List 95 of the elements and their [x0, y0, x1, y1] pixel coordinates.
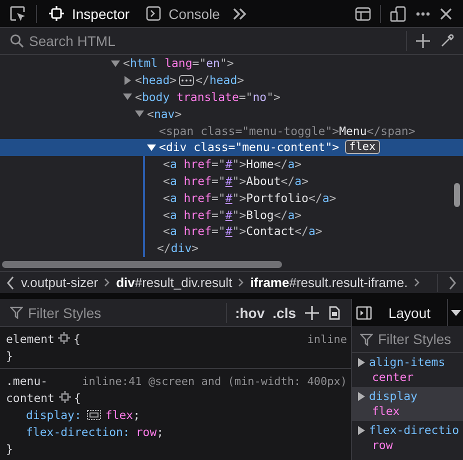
- property-value: flex: [371, 404, 401, 419]
- rule-source[interactable]: inline: [307, 331, 347, 348]
- brace: {: [74, 391, 81, 405]
- computed-property[interactable]: align-items center: [352, 353, 463, 387]
- collapsed-triangle-icon[interactable]: [358, 358, 365, 367]
- tab[interactable]: Console: [138, 0, 228, 26]
- collapsed-triangle-icon[interactable]: [123, 76, 132, 85]
- property-name: flex-directio: [369, 423, 460, 438]
- breadcrumb[interactable]: v.output-sizer: [21, 275, 98, 290]
- caret-icon: [450, 310, 460, 316]
- breadcrumb[interactable]: div#result_div.result: [116, 275, 232, 290]
- breadcrumb[interactable]: iframe#result.result-iframe.: [250, 275, 408, 290]
- markup-line[interactable]: </div>: [0, 240, 463, 257]
- close-icon: [440, 8, 452, 20]
- filter-icon: [10, 306, 23, 319]
- expanded-triangle-icon[interactable]: [147, 142, 156, 152]
- document-icon: [329, 306, 340, 320]
- property-value[interactable]: row: [136, 425, 157, 439]
- property-name[interactable]: flex-direction:: [26, 425, 130, 439]
- markup-text: <body translate="no">: [135, 90, 280, 104]
- toggle-button[interactable]: :hov: [231, 304, 269, 320]
- semicolon: ;: [156, 425, 164, 439]
- markup-line[interactable]: <nav>: [0, 105, 463, 122]
- property-name[interactable]: display:: [26, 408, 82, 422]
- markup-text: <head>: [135, 73, 177, 88]
- filter-field[interactable]: Filter Styles: [23, 302, 222, 322]
- flex-badge[interactable]: flex: [345, 140, 380, 154]
- markup-text: <a href="#">Contact</a>: [163, 224, 322, 238]
- dropdown-button[interactable]: [447, 299, 463, 326]
- collapsed-triangle-icon[interactable]: [358, 426, 365, 435]
- chevron-icon: [414, 278, 420, 287]
- devices-icon: [390, 6, 406, 22]
- property-value: center: [371, 370, 415, 385]
- chevron-icon: [238, 278, 244, 287]
- panel-layout-icon: [355, 6, 371, 20]
- markup-line[interactable]: <html lang="en">: [0, 55, 463, 72]
- brace: }: [6, 442, 13, 456]
- markup-line[interactable]: <a href="#">Portfolio</a>: [0, 189, 463, 206]
- expanded-triangle-icon[interactable]: [111, 58, 120, 68]
- markup-text: </head>: [196, 73, 244, 88]
- expanded-triangle-icon[interactable]: [135, 109, 144, 118]
- computed-property[interactable]: display flex: [352, 387, 463, 421]
- search-field[interactable]: Search HTML: [24, 31, 402, 51]
- eyedropper-icon: [440, 34, 454, 48]
- property-name: align-items: [369, 355, 446, 370]
- rule-selector: .menu-content: [6, 373, 55, 407]
- sidebar-toggle-icon[interactable]: [356, 306, 372, 320]
- terminal-icon: [146, 6, 161, 21]
- markup-line[interactable]: <a href="#">Blog</a>: [0, 206, 463, 223]
- property-value: row: [371, 438, 394, 453]
- property-value[interactable]: flex: [105, 408, 134, 422]
- scroll-left-icon[interactable]: [6, 276, 15, 290]
- markup-line[interactable]: <span class="menu-toggle">Menu</span>: [0, 122, 463, 139]
- brace: {: [73, 332, 80, 346]
- markup-text: <nav>: [147, 106, 182, 121]
- markup-text: <span class="menu-toggle">Menu</span>: [159, 124, 416, 138]
- markup-text: <div class="menu-content">: [159, 140, 340, 154]
- property-name: display: [369, 389, 418, 404]
- markup-text: <a href="#">Portfolio</a>: [163, 190, 336, 205]
- markup-line[interactable]: <head> </head>: [0, 72, 463, 89]
- scrollbar-thumb[interactable]: [454, 183, 460, 207]
- markup-line[interactable]: <a href="#">Contact</a>: [0, 222, 463, 240]
- node-highlight-icon[interactable]: [58, 332, 70, 344]
- brace: }: [6, 349, 13, 363]
- search-icon: [10, 34, 24, 48]
- rule-source[interactable]: inline:41 @screen and (min-width: 400px): [82, 373, 347, 390]
- chevron-icon: [104, 278, 110, 287]
- filter-icon: [360, 332, 373, 346]
- node-highlight-icon[interactable]: [59, 391, 71, 403]
- tab[interactable]: Inspector: [41, 0, 138, 26]
- more-icon: [416, 12, 430, 16]
- target-icon: [49, 6, 64, 21]
- toggle-button[interactable]: .cls: [268, 304, 300, 320]
- collapsed-triangle-icon[interactable]: [358, 392, 365, 401]
- markup-line[interactable]: <body translate="no">: [0, 88, 463, 106]
- filter-field[interactable]: Filter Styles: [373, 329, 463, 349]
- markup-text: <html lang="en">: [123, 56, 234, 70]
- flexbox-icon[interactable]: [87, 410, 102, 420]
- plus-icon: [416, 34, 430, 48]
- markup-text: <a href="#">About</a>: [163, 174, 309, 188]
- markup-text: <a href="#">Blog</a>: [163, 208, 302, 222]
- expanded-triangle-icon[interactable]: [123, 92, 132, 102]
- markup-line[interactable]: <a href="#">Home</a>: [0, 156, 463, 173]
- ellipsis-icon[interactable]: [178, 74, 194, 86]
- rule-selector: element: [6, 332, 54, 346]
- cursor-icon: [9, 4, 27, 22]
- semicolon: ;: [133, 408, 140, 422]
- computed-property[interactable]: flex-directio row: [352, 421, 463, 455]
- markup-text: <a href="#">Home</a>: [163, 157, 302, 172]
- plus-icon: [305, 306, 319, 320]
- scroll-right-icon[interactable]: [448, 276, 457, 290]
- markup-text: </div>: [157, 241, 199, 256]
- scrollbar-thumb[interactable]: [2, 261, 282, 268]
- markup-line[interactable]: <a href="#">About</a>: [0, 172, 463, 190]
- double-chevron-icon: [232, 8, 247, 20]
